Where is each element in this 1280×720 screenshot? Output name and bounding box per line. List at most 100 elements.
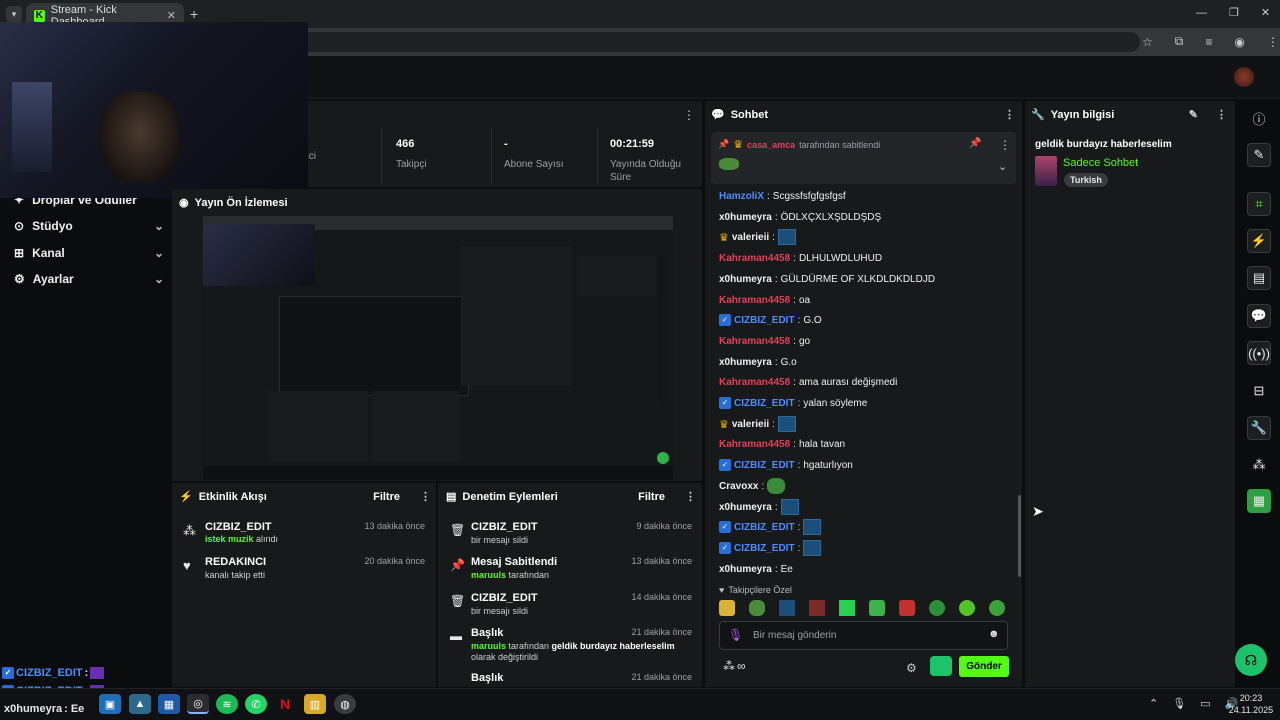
chat-message[interactable]: Kahraman4458: oa [719,293,810,307]
chat-username[interactable]: x0humeyra [719,274,772,285]
avatar[interactable] [1234,67,1254,87]
pinned-menu-icon[interactable]: ⋮ [999,138,1011,152]
chat-message[interactable]: ♛ valerieii: [719,416,799,432]
chat-message[interactable]: ✓ CIZBIZ_EDIT: [719,519,824,535]
emote-red[interactable] [809,600,825,616]
chat-scrollbar[interactable] [1018,495,1021,577]
chat-username[interactable]: Cravoxx [719,481,758,492]
scan-icon[interactable]: ⌗ [1247,192,1271,216]
chat-message[interactable]: Cravoxx: [719,478,788,494]
chat-menu-icon[interactable]: ⋮ [1004,108,1015,121]
chat-username[interactable]: Kahraman4458 [719,336,790,347]
emote-chat[interactable] [959,600,975,616]
chat-message[interactable]: ♛ valerieii: [719,229,799,245]
unpin-icon[interactable]: 📌 [969,138,981,149]
media-control-icon[interactable]: ≡ [1205,35,1212,49]
category-name[interactable]: Sadece Sohbet [1063,157,1138,169]
stream-info-menu-icon[interactable]: ⋮ [1216,108,1227,121]
kickbot-icon[interactable]: ▦ [1247,489,1271,513]
activity-menu-icon[interactable]: ⋮ [420,490,431,503]
obs-icon[interactable]: ◍ [334,694,356,714]
chat-message[interactable]: x0humeyra: G.o [719,355,797,369]
emote-green[interactable] [869,600,885,616]
chat-message[interactable]: Kahraman4458: ama aurası değişmedi [719,375,897,389]
chat-message[interactable]: Kahraman4458: DLHULWDLUHUD [719,251,882,265]
chat-username[interactable]: HamzoliX [719,191,764,202]
chat-message[interactable]: x0humeyra: GÜLDÜRME OF XLKDLDKDLDJD [719,272,935,286]
new-tab-button[interactable]: + [190,6,198,22]
chat-username[interactable]: valerieii [732,232,769,243]
explorer-icon[interactable]: ▣ [99,694,121,714]
chat-username[interactable]: x0humeyra [719,502,772,513]
emote-angry[interactable] [899,600,915,616]
extensions-icon[interactable]: ⧉ [1175,34,1184,49]
pencil-icon[interactable]: ✎ [1247,143,1271,167]
sidebar-item-studio[interactable]: ⊙ Stüdyo ⌄ [14,215,164,237]
sidebar-item-settings[interactable]: ⚙ Ayarlar ⌄ [14,268,164,290]
close-tab-icon[interactable]: ✕ [167,9,176,22]
pinned-message[interactable]: 📌 ♛ casa_amca tarafından sabitlendi 📌 ⋮ … [711,132,1016,184]
emote-blue[interactable] [779,600,795,616]
chat-message[interactable]: ✓ CIZBIZ_EDIT: [719,540,824,556]
chevron-down-icon[interactable]: ⌄ [998,160,1007,173]
wrench-icon[interactable]: 🔧 [1247,416,1271,440]
tab-search-icon[interactable]: ▾ [6,6,22,22]
chat-message[interactable]: ✓ CIZBIZ_EDIT: hgaturlıyon [719,458,853,472]
taskbar-clock[interactable]: 20:23 24.11.2025 [1228,692,1274,716]
chat-message[interactable]: ✓ CIZBIZ_EDIT: yalan söyleme [719,396,867,410]
support-headset-icon[interactable]: ☊ [1235,644,1267,676]
chat-username[interactable]: Kahraman4458 [719,295,790,306]
language-tag[interactable]: Turkish [1064,173,1108,187]
send-button[interactable]: Gönder [959,656,1009,677]
minimize-icon[interactable]: — [1196,7,1207,19]
chevron-up-icon[interactable]: ⌃ [1149,697,1158,710]
network-icon[interactable]: ▭ [1200,697,1210,710]
pinned-user[interactable]: casa_amca [747,140,795,150]
chat-username[interactable]: valerieii [732,419,769,430]
browser-menu-icon[interactable]: ⋮ [1267,35,1279,49]
spotify-icon[interactable]: ≋ [216,694,238,714]
chat-username[interactable]: Kahraman4458 [719,253,790,264]
profile-icon[interactable]: ◉ [1234,35,1244,49]
edit-pencil-icon[interactable]: ✎ [1189,108,1198,121]
maximize-icon[interactable]: ❐ [1229,6,1239,19]
emote-face[interactable] [719,600,735,616]
microphone-icon[interactable]: 🎙 [728,628,743,642]
broadcast-icon[interactable]: ((•)) [1247,341,1271,365]
moderation-filter-button[interactable]: Filtre [638,491,665,503]
chat-message[interactable]: Kahraman4458: hala tavan [719,437,845,451]
chat-username[interactable]: CIZBIZ_EDIT [734,398,795,409]
chat-message[interactable]: x0humeyra: [719,499,802,515]
category-thumbnail[interactable] [1035,156,1057,186]
chat-message[interactable]: x0humeyra: ÖDLXÇXLXŞDLDŞDŞ [719,210,881,224]
chat-username[interactable]: CIZBIZ_EDIT [734,315,795,326]
notes-icon[interactable]: ▥ [304,694,326,714]
chat-username[interactable]: Kahraman4458 [719,377,790,388]
kickbot-icon[interactable] [930,656,952,676]
emoji-picker-icon[interactable]: ☻ [988,628,1000,640]
url-input[interactable] [300,32,1140,52]
bookmark-star-icon[interactable]: ☆ [1142,35,1153,49]
chat-input-box[interactable]: 🎙 Bir mesaj gönderin ☻ [719,621,1008,650]
chrome-icon[interactable]: ◎ [187,694,209,714]
whatsapp-icon[interactable]: ✆ [245,694,267,714]
chat-username[interactable]: x0humeyra [719,564,772,575]
chat-message[interactable]: ✓ CIZBIZ_EDIT: G.O [719,313,822,327]
emote-frog[interactable] [749,600,765,616]
activity-user[interactable]: CIZBIZ_EDIT [205,521,272,533]
chat-input-placeholder[interactable]: Bir mesaj gönderin [753,630,836,641]
chat-message[interactable]: HamzoliX: Scgssfsfgfgsfgsf [719,189,846,203]
chat-username[interactable]: x0humeyra [719,357,772,368]
chat-message[interactable]: x0humeyra: Ee [719,562,793,576]
chat-bubble-icon[interactable]: 💬 [1247,304,1271,328]
chat-settings-icon[interactable]: ⚙ [906,661,917,675]
netflix-icon[interactable]: N [274,694,296,714]
chat-username[interactable]: CIZBIZ_EDIT [734,522,795,533]
stream-preview[interactable] [203,216,673,480]
document-icon[interactable]: ▤ [1247,266,1271,290]
photos-icon[interactable]: ▲ [129,694,151,714]
chat-points[interactable]: ⁂ ∞ [723,659,746,673]
info-icon[interactable]: ⓘ [1247,106,1271,130]
moderation-menu-icon[interactable]: ⋮ [685,490,696,503]
chat-username[interactable]: CIZBIZ_EDIT [734,543,795,554]
